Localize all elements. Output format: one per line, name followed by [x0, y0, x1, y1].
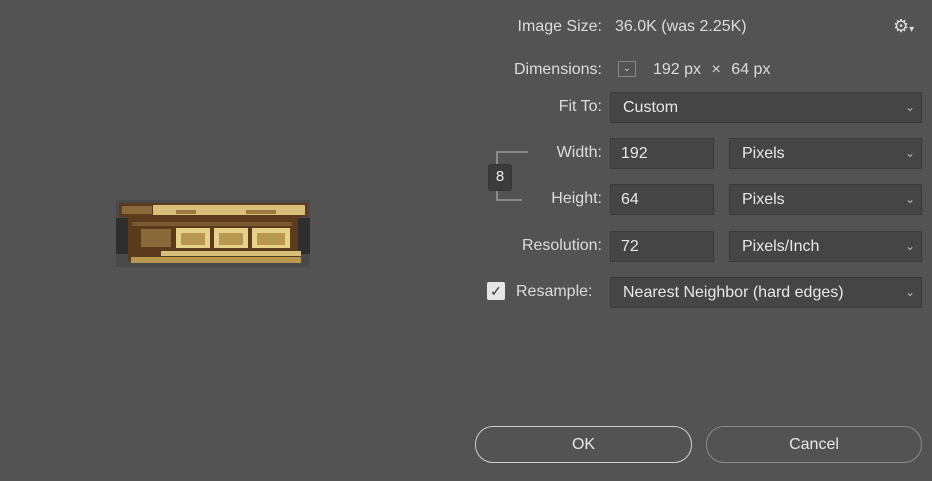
- dimensions-height: 64 px: [731, 61, 771, 78]
- width-unit-dropdown[interactable]: Pixels ⌄: [729, 138, 922, 169]
- fit-to-dropdown[interactable]: Custom ⌄: [610, 92, 922, 123]
- dimensions-times: ×: [711, 61, 721, 78]
- chevron-down-icon: ⌄: [904, 146, 915, 160]
- resolution-input[interactable]: 72: [610, 231, 714, 262]
- dimensions-width: 192 px: [653, 61, 702, 78]
- resample-label: Resample:: [516, 283, 593, 300]
- fit-to-value: Custom: [623, 99, 679, 116]
- image-preview: [116, 200, 310, 267]
- height-input[interactable]: 64: [610, 184, 714, 215]
- ok-button[interactable]: OK: [475, 426, 692, 463]
- width-label: Width:: [556, 144, 602, 161]
- resample-dropdown[interactable]: Nearest Neighbor (hard edges) ⌄: [610, 277, 922, 308]
- dimensions-toggle[interactable]: ⌄: [618, 61, 636, 77]
- chevron-down-icon: ⌄: [904, 285, 915, 299]
- width-unit-value: Pixels: [742, 145, 785, 162]
- resample-value: Nearest Neighbor (hard edges): [623, 284, 844, 301]
- fit-to-label: Fit To:: [558, 98, 602, 115]
- dimensions-label: Dimensions:: [513, 61, 602, 78]
- dimensions-value: 192 px × 64 px: [653, 55, 770, 85]
- resolution-label: Resolution:: [521, 237, 602, 254]
- image-size-label: Image Size:: [517, 18, 602, 35]
- chevron-down-icon: ⌄: [904, 239, 915, 253]
- resolution-unit-dropdown[interactable]: Pixels/Inch ⌄: [729, 231, 922, 262]
- width-input[interactable]: 192: [610, 138, 714, 169]
- height-label: Height:: [551, 190, 602, 207]
- gear-icon[interactable]: ⚙▾: [893, 16, 914, 37]
- image-size-value: 36.0K (was 2.25K): [615, 18, 747, 35]
- cancel-button[interactable]: Cancel: [706, 426, 922, 463]
- height-unit-value: Pixels: [742, 191, 785, 208]
- chevron-down-icon: ⌄: [904, 192, 915, 206]
- height-unit-dropdown[interactable]: Pixels ⌄: [729, 184, 922, 215]
- resample-checkbox[interactable]: ✓: [487, 282, 505, 300]
- resolution-unit-value: Pixels/Inch: [742, 238, 820, 255]
- chevron-down-icon: ⌄: [904, 100, 915, 114]
